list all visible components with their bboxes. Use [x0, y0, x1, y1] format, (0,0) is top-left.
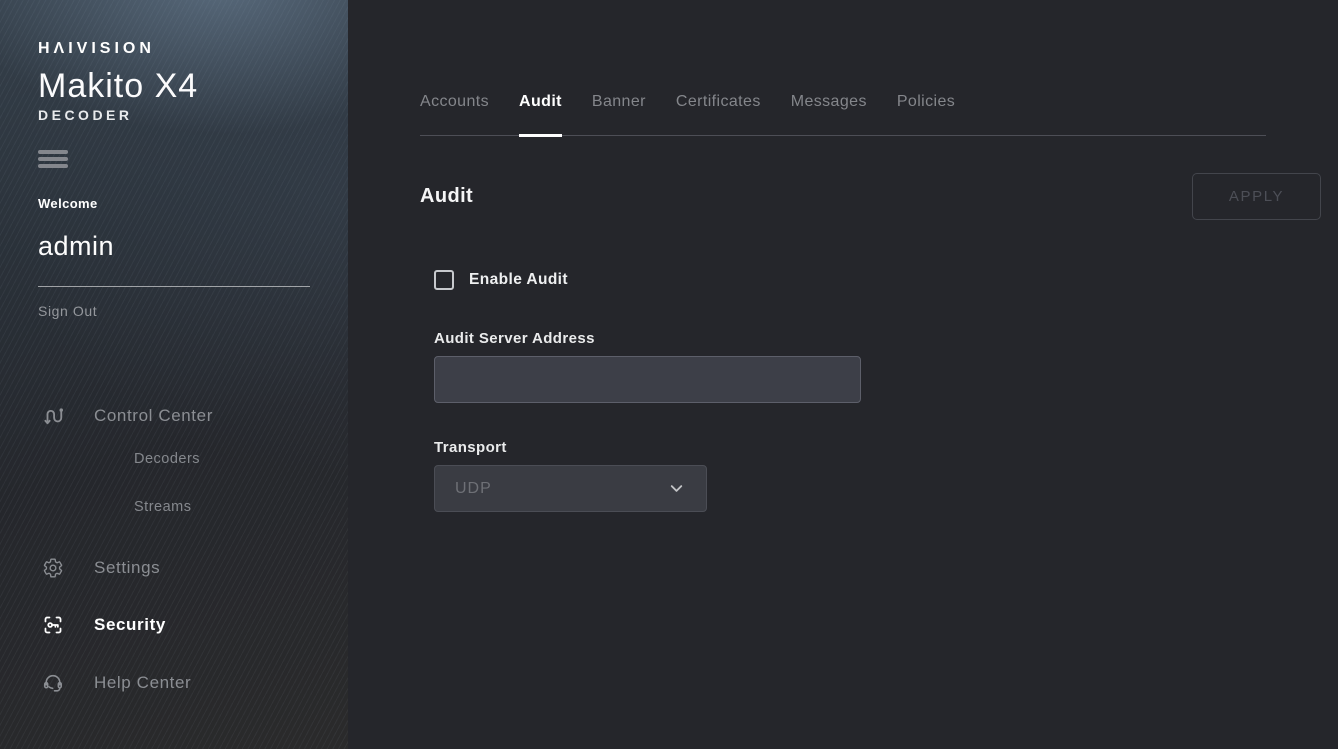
enable-audit-label[interactable]: Enable Audit [469, 271, 568, 289]
audit-server-address-label: Audit Server Address [434, 330, 1266, 348]
welcome-label: Welcome [38, 196, 348, 212]
username: admin [38, 230, 348, 262]
hamburger-menu-icon[interactable] [38, 150, 68, 168]
sidebar-nav: Control Center Decoders Streams Settings [38, 402, 348, 697]
product-name: Makito X4 [38, 66, 348, 106]
gear-icon [42, 556, 64, 580]
audit-server-address-field: Audit Server Address [434, 330, 1266, 403]
sidebar-divider [38, 286, 310, 287]
transport-select[interactable]: UDP [434, 465, 707, 512]
sidebar-item-label: Help Center [94, 673, 191, 693]
sidebar-item-security[interactable]: Security [38, 611, 348, 639]
enable-audit-row: Enable Audit [434, 269, 1266, 291]
transport-selected-value: UDP [455, 480, 492, 498]
tab-accounts[interactable]: Accounts [420, 92, 489, 137]
sidebar: HΛIVISION Makito X4 DECODER Welcome admi… [0, 0, 348, 749]
tab-messages[interactable]: Messages [791, 92, 867, 137]
sidebar-item-decoders[interactable]: Decoders [134, 450, 200, 468]
transport-label: Transport [434, 439, 1266, 457]
route-icon [42, 404, 64, 428]
tab-audit[interactable]: Audit [519, 92, 562, 137]
headset-icon [42, 671, 64, 695]
tab-banner[interactable]: Banner [592, 92, 646, 137]
enable-audit-checkbox[interactable] [434, 270, 454, 290]
sidebar-item-label: Settings [94, 558, 160, 578]
tab-certificates[interactable]: Certificates [676, 92, 761, 137]
transport-field: Transport UDP [434, 439, 1266, 512]
haivision-logo: HΛIVISION [38, 40, 348, 58]
main-content: Accounts Audit Banner Certificates Messa… [348, 0, 1338, 749]
tab-policies[interactable]: Policies [897, 92, 955, 137]
audit-form: Enable Audit Audit Server Address Transp… [434, 269, 1266, 512]
page-title: Audit [420, 185, 473, 208]
key-frame-icon [42, 613, 64, 637]
sidebar-item-label: Control Center [94, 406, 213, 426]
tab-bar: Accounts Audit Banner Certificates Messa… [420, 0, 1266, 136]
section-header: Audit APPLY [420, 173, 1321, 220]
apply-button[interactable]: APPLY [1192, 173, 1321, 220]
sidebar-item-help-center[interactable]: Help Center [38, 669, 348, 697]
brand: HΛIVISION Makito X4 DECODER [38, 40, 348, 124]
sidebar-item-control-center[interactable]: Control Center [38, 402, 348, 430]
audit-server-address-input[interactable] [434, 356, 861, 403]
sidebar-item-settings[interactable]: Settings [38, 554, 348, 582]
product-type: DECODER [38, 106, 348, 124]
sidebar-item-label: Security [94, 615, 166, 635]
sidebar-item-streams[interactable]: Streams [134, 498, 192, 516]
sign-out-link[interactable]: Sign Out [38, 303, 97, 320]
chevron-down-icon [667, 479, 686, 498]
